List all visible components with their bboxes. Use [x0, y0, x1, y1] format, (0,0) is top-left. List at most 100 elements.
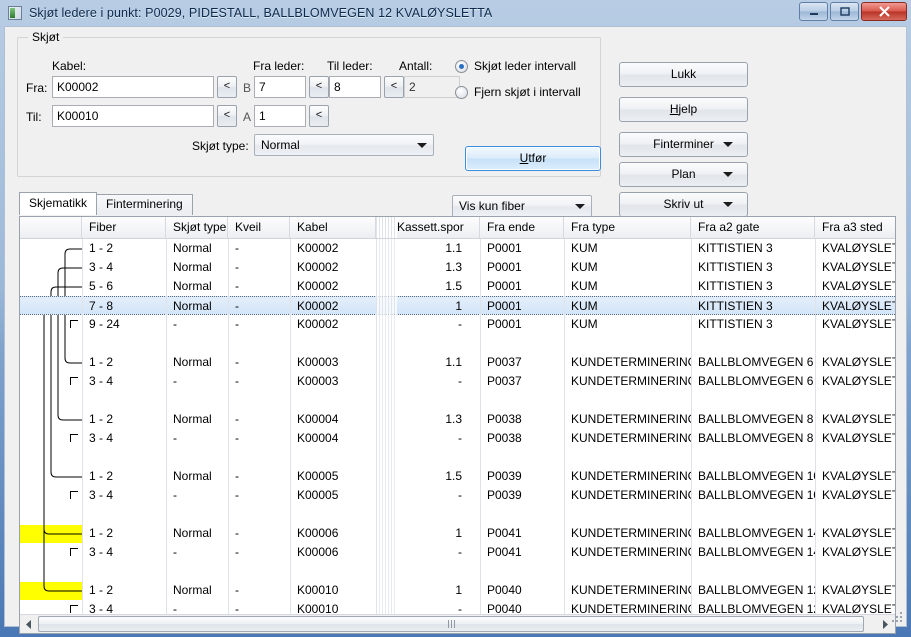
scroll-left-button[interactable] [21, 615, 38, 633]
cell-fraende: P0040 [487, 583, 522, 597]
cell-kveil [228, 562, 290, 581]
table-row[interactable]: 1 - 2 Normal - K00005 1.5 P0039 KUNDETERMINERI… [20, 467, 895, 486]
table-row[interactable]: 1 - 2 Normal - K00006 1 P0041 KUNDETERMINERING… [20, 524, 895, 543]
fra-leder-b-input[interactable] [254, 76, 306, 98]
cell-spor: - [458, 545, 462, 559]
cell-type: Normal [173, 583, 212, 597]
grid-header-fratype[interactable]: Fra type [564, 217, 691, 238]
resize-grip-icon[interactable] [892, 612, 904, 624]
grid-header-kveil[interactable]: Kveil [228, 217, 290, 238]
chevron-down-icon [575, 204, 585, 209]
cell-fiber: 9 - 24 [89, 317, 120, 331]
lukk-button[interactable]: Lukk [619, 62, 748, 87]
table-row[interactable]: 1 - 2 Normal - K00010 1 P0040 KUNDETERMINERING… [20, 581, 895, 600]
hjelp-label-rest: jelp [678, 102, 698, 116]
close-icon [878, 6, 890, 17]
maximize-button[interactable] [830, 2, 859, 21]
maximize-icon [839, 6, 850, 16]
hjelp-button[interactable]: Hjelp [619, 97, 748, 122]
radio-skjot-leder-intervall[interactable]: Skjøt leder intervall [455, 59, 576, 73]
til-kabel-pick-button[interactable]: < [217, 105, 237, 127]
fra-kabel-input[interactable] [52, 76, 214, 98]
finterminer-button[interactable]: Finterminer [619, 132, 748, 157]
grid-header-kabel[interactable]: Kabel [290, 217, 376, 238]
cell-fraende: P0001 [487, 299, 522, 313]
cell-a3sted [815, 448, 895, 467]
cell-a2gate: BALLBLOMVEGEN 12 [698, 583, 815, 597]
table-row[interactable]: 7 - 8 Normal - K00002 1 P0001 KUM KITTISTIEN 3 K… [20, 296, 895, 315]
table-row[interactable]: 1 - 2 Normal - K00004 1.3 P0038 KUNDETERMINERI… [20, 410, 895, 429]
title-bar[interactable]: Skjøt ledere i punkt: P0029, PIDESTALL, … [0, 0, 911, 26]
cell-kabel: K00002 [297, 317, 339, 331]
til-kabel-input[interactable] [52, 105, 214, 127]
application-window: Skjøt ledere i punkt: P0029, PIDESTALL, … [0, 0, 911, 637]
table-row[interactable]: 1 - 2 Normal - K00003 1.1 P0037 KUNDETERMINERI… [20, 353, 895, 372]
cell-a3sted: KVALØYSLETTA [822, 355, 895, 369]
cell-spor: 1.5 [445, 279, 462, 293]
table-row[interactable]: 9 - 24 - - K00002 - P0001 KUM KITTISTIEN 3 KVALØ… [20, 315, 895, 334]
close-button[interactable] [861, 2, 907, 21]
minimize-icon [809, 12, 818, 15]
grid-body[interactable]: 1 - 2 Normal - K00002 1.1 P0001 KUM KITTISTIEN … [20, 239, 895, 615]
table-row[interactable]: 3 - 4 - - K00005 - P0039 KUNDETERMINERING BALLB… [20, 486, 895, 505]
fra-leder-a-input[interactable] [254, 105, 306, 127]
cell-spor: - [458, 488, 462, 502]
plan-button[interactable]: Plan [619, 162, 748, 187]
label-skjot-type: Skjøt type: [192, 139, 249, 153]
horizontal-scrollbar[interactable] [20, 614, 895, 633]
table-row[interactable] [20, 562, 895, 581]
scrollbar-thumb[interactable] [38, 616, 864, 632]
table-row[interactable]: 3 - 4 - - K00010 - P0040 KUNDETERMINERING BALLB… [20, 600, 895, 615]
fra-kabel-pick-button[interactable]: < [217, 76, 237, 98]
radio-skjot-label: Skjøt leder intervall [474, 59, 577, 73]
table-row[interactable]: 5 - 6 Normal - K00002 1.5 P0001 KUM KITTISTIEN … [20, 277, 895, 296]
til-leder-b-pick-button[interactable]: < [384, 76, 404, 98]
table-row[interactable]: 3 - 4 - - K00004 - P0038 KUNDETERMINERING BALLB… [20, 429, 895, 448]
fra-leder-a-pick-button[interactable]: < [309, 105, 329, 127]
grid-column-separator [815, 239, 816, 615]
fiber-grid[interactable]: Fiber Skjøt type Kveil Kabel Kassett.spor Fra… [19, 216, 896, 634]
skriv-ut-button[interactable]: Skriv ut [619, 192, 748, 217]
til-leder-b-input[interactable] [329, 76, 381, 98]
table-row[interactable]: 1 - 2 Normal - K00002 1.1 P0001 KUM KITTISTIEN … [20, 239, 895, 258]
cell-spor [397, 448, 480, 467]
table-row[interactable]: 3 - 4 - - K00006 - P0041 KUNDETERMINERING BALLB… [20, 543, 895, 562]
grid-collapsed-columns-header[interactable] [376, 217, 397, 238]
cell-kabel: K00004 [297, 431, 339, 445]
cell-fraende: P0039 [487, 488, 522, 502]
grid-header-spor[interactable]: Kassett.spor [397, 217, 480, 238]
grid-header-fraende[interactable]: Fra ende [480, 217, 564, 238]
grid-header-fiber[interactable]: Fiber [82, 217, 166, 238]
filter-combo[interactable]: Vis kun fiber [452, 195, 592, 217]
table-row[interactable]: 3 - 4 Normal - K00002 1.3 P0001 KUM KITTISTIEN … [20, 258, 895, 277]
cell-fraende [480, 505, 564, 524]
cell-kabel [290, 562, 376, 581]
label-b: B [243, 81, 252, 95]
grid-header-a2gate[interactable]: Fra a2 gate [691, 217, 815, 238]
utfor-button[interactable]: Utfør [465, 146, 601, 171]
cell-fratype [564, 562, 691, 581]
table-row[interactable] [20, 448, 895, 467]
grid-header-type[interactable]: Skjøt type [166, 217, 228, 238]
table-row[interactable]: 3 - 4 - - K00003 - P0037 KUNDETERMINERING BALLB… [20, 372, 895, 391]
cell-a2gate: KITTISTIEN 3 [698, 260, 773, 274]
skjot-type-combo[interactable]: Normal [254, 134, 434, 156]
cell-fiber: 5 - 6 [89, 279, 114, 293]
cell-fraende: P0038 [487, 412, 522, 426]
tab-finterminering[interactable]: Finterminering [96, 194, 193, 215]
cell-kveil: - [235, 602, 239, 615]
table-row[interactable] [20, 505, 895, 524]
tab-skjematikk[interactable]: Skjematikk [19, 192, 98, 215]
cell-fratype: KUNDETERMINERING [571, 412, 691, 426]
radio-fjern-skjot-i-intervall[interactable]: Fjern skjøt i intervall [455, 85, 581, 99]
grid-header-a3sted[interactable]: Fra a3 sted [815, 217, 895, 238]
cell-type [166, 334, 228, 353]
minimize-button[interactable] [799, 2, 828, 21]
cell-a2gate: KITTISTIEN 3 [698, 241, 773, 255]
cell-type: - [173, 545, 177, 559]
table-row[interactable] [20, 334, 895, 353]
table-row[interactable] [20, 391, 895, 410]
cell-fiber: 3 - 4 [89, 488, 114, 502]
grid-header-schem[interactable] [20, 217, 82, 238]
fra-leder-b-pick-button[interactable]: < [309, 76, 329, 98]
